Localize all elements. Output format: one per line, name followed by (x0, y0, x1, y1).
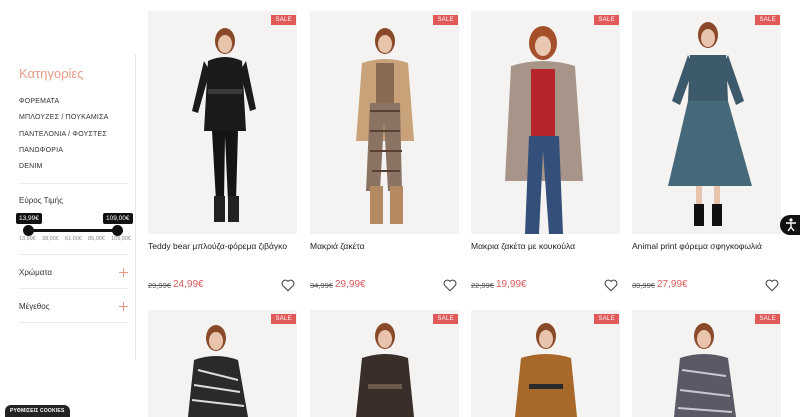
divider (19, 288, 128, 289)
cookie-settings-button[interactable]: ΡΥΘΜΙΣΕΙΣ COOKIES (5, 405, 70, 417)
product-image[interactable]: SALE (471, 310, 620, 417)
product-name[interactable]: Animal print φόρεμα σφηγκοφωλιά (632, 241, 762, 251)
old-price: 39,99€ (632, 281, 655, 290)
sale-price: 24,99€ (173, 279, 204, 290)
categories-title: Κατηγορίες (19, 66, 84, 81)
product-name[interactable]: Μακριά ζακέτα (310, 241, 365, 251)
price-ticks: 13,99€ 38,00€ 61,00€ 85,00€ 109,00€ (19, 236, 131, 242)
heart-icon[interactable] (765, 279, 779, 292)
sidebar-divider (135, 54, 136, 360)
price-slider-min-handle[interactable] (23, 225, 34, 236)
sale-price: 27,99€ (657, 279, 688, 290)
product-image[interactable]: SALE (310, 310, 459, 417)
product-image[interactable]: SALE (310, 11, 459, 234)
sale-badge: SALE (271, 15, 296, 25)
accessibility-button[interactable] (780, 215, 800, 235)
size-filter-label: Μέγεθος (19, 301, 50, 311)
price-tick: 85,00€ (88, 236, 105, 242)
sale-badge: SALE (271, 314, 296, 324)
sale-price: 19,99€ (496, 279, 527, 290)
price-min-bubble: 13,99€ (16, 213, 42, 224)
divider (19, 322, 128, 323)
sale-badge: SALE (755, 15, 780, 25)
price-tick: 61,00€ (65, 236, 82, 242)
price-slider-max-handle[interactable] (112, 225, 123, 236)
old-price: 34,99€ (310, 281, 333, 290)
sale-badge: SALE (433, 15, 458, 25)
filters-sidebar: Κατηγορίες ΦΟΡΕΜΑΤΑ ΜΠΛΟΥΖΕΣ / ΠΟΥΚΑΜΙΣΑ… (0, 0, 136, 417)
heart-icon[interactable] (443, 279, 457, 292)
old-price: 22,99€ (471, 281, 494, 290)
plus-icon (119, 301, 128, 311)
category-item-denim[interactable]: DENIM (19, 162, 108, 178)
sale-badge: SALE (594, 314, 619, 324)
divider (19, 254, 128, 255)
price-tick: 38,00€ (42, 236, 59, 242)
product-image[interactable]: SALE (632, 11, 781, 234)
sale-badge: SALE (755, 314, 780, 324)
plus-icon (119, 267, 128, 277)
category-item-tops[interactable]: ΜΠΛΟΥΖΕΣ / ΠΟΥΚΑΜΙΣΑ (19, 113, 108, 129)
product-image[interactable]: SALE (148, 11, 297, 234)
product-image[interactable]: SALE (632, 310, 781, 417)
accessibility-icon (786, 218, 796, 232)
price-range-title: Εύρος Τιμής (19, 196, 63, 205)
sale-badge: SALE (433, 314, 458, 324)
price-tick: 13,99€ (19, 236, 36, 242)
category-item-outerwear[interactable]: ΠΑΝΩΦΟΡΙΑ (19, 146, 108, 162)
heart-icon[interactable] (604, 279, 618, 292)
product-name[interactable]: Teddy bear μπλούζα-φόρεμα ζιβάγκο (148, 241, 287, 251)
heart-icon[interactable] (281, 279, 295, 292)
colors-filter-toggle[interactable]: Χρώματα (19, 266, 128, 278)
sale-badge: SALE (594, 15, 619, 25)
price-max-bubble: 109,00€ (103, 213, 133, 224)
product-name[interactable]: Μακρια ζακέτα με κουκούλα (471, 241, 575, 251)
price-tick: 109,00€ (111, 236, 131, 242)
colors-filter-label: Χρώματα (19, 267, 53, 277)
category-list: ΦΟΡΕΜΑΤΑ ΜΠΛΟΥΖΕΣ / ΠΟΥΚΑΜΙΣΑ ΠΑΝΤΕΛΟΝΙΑ… (19, 97, 108, 178)
category-item-dresses[interactable]: ΦΟΡΕΜΑΤΑ (19, 97, 108, 113)
category-item-pants[interactable]: ΠΑΝΤΕΛΟΝΙΑ / ΦΟΥΣΤΕΣ (19, 130, 108, 146)
price-slider-track[interactable] (28, 229, 117, 232)
divider (19, 183, 128, 184)
old-price: 29,99€ (148, 281, 171, 290)
product-image[interactable]: SALE (148, 310, 297, 417)
size-filter-toggle[interactable]: Μέγεθος (19, 300, 128, 312)
sale-price: 29,99€ (335, 279, 366, 290)
product-image[interactable]: SALE (471, 11, 620, 234)
